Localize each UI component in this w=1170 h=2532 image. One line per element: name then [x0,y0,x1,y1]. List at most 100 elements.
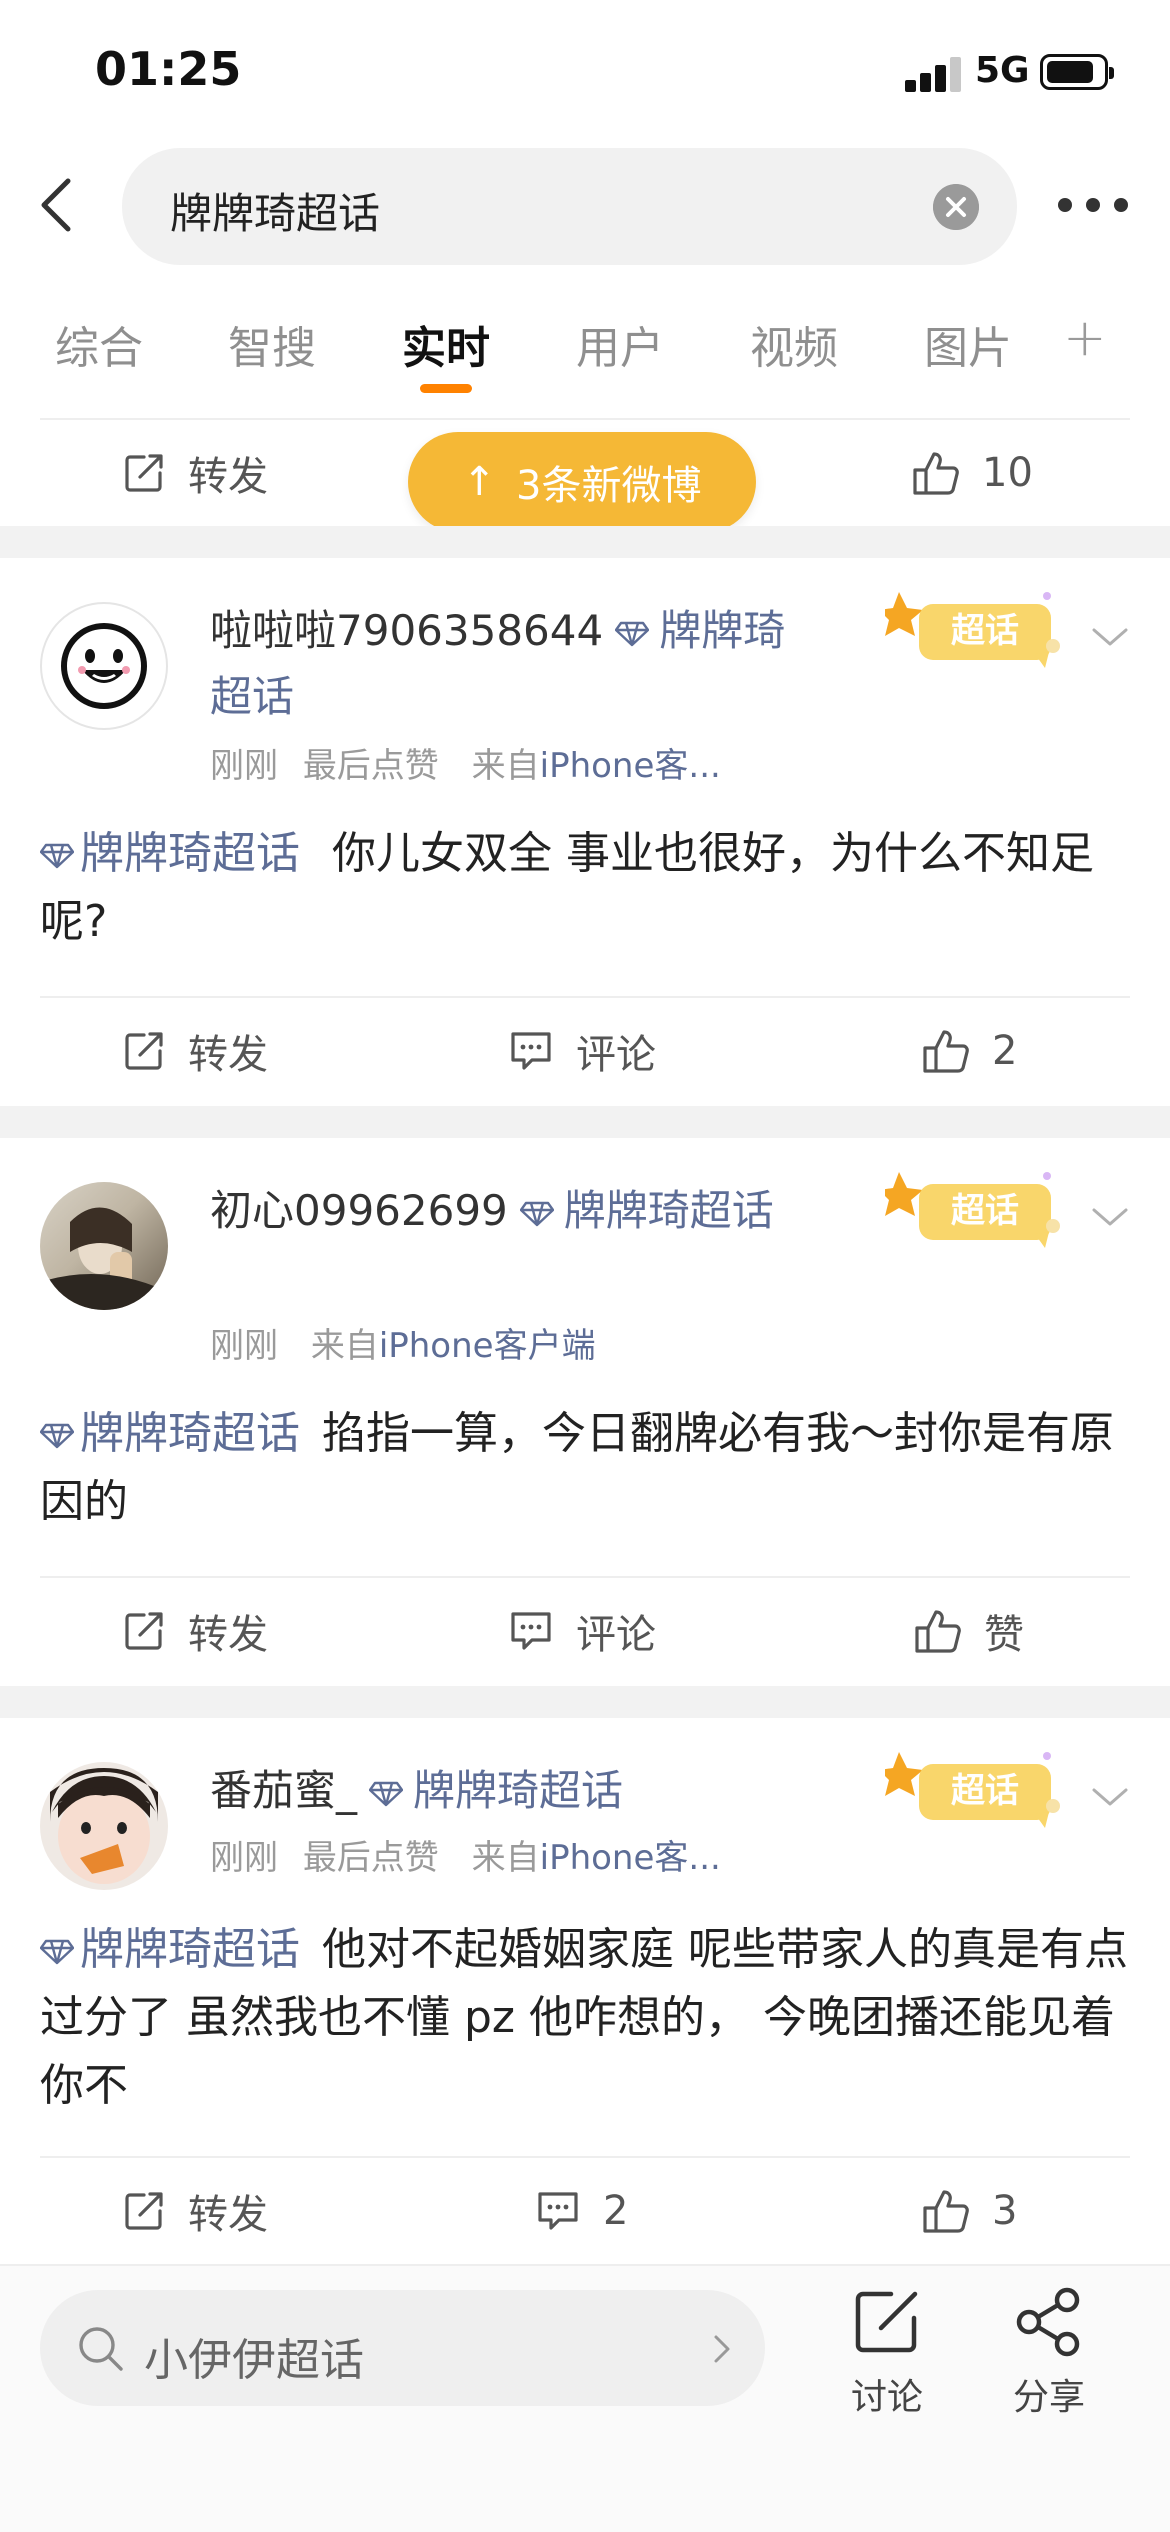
username[interactable]: 啦啦啦7906358644 [210,606,603,655]
comment-icon [511,1032,551,1070]
super-topic-badge-icon: 超话 [885,592,1060,668]
post-time: 刚刚 [210,1326,278,1366]
share-button[interactable]: 分享 [994,2286,1104,2420]
like-count: 10 [982,450,1033,496]
post-author-line: 啦啦啦7906358644 牌牌琦超话 [210,598,810,730]
like-button[interactable]: 赞 [914,1576,1024,1686]
active-tab-indicator [420,384,472,393]
tab-images[interactable]: 图片 [924,312,1012,376]
user-photo-icon [40,1207,168,1310]
chevron-down-icon[interactable] [1090,622,1130,652]
post-meta: 刚刚 最后点赞 来自iPhone客... [210,1830,721,1879]
username[interactable]: 初心09962699 [210,1186,508,1235]
super-topic-badge-icon: 超话 [885,1752,1060,1828]
comment-button[interactable]: 评论 [508,1576,656,1686]
like-count: 2 [992,1028,1018,1074]
repost-button[interactable]: 转发 [122,1576,268,1686]
new-posts-label: 3条新微博 [516,463,702,509]
post-action-bar: 转发 2 3 [0,2156,1170,2266]
tab-comprehensive[interactable]: 综合 [55,312,143,376]
like-count: 3 [992,2188,1018,2234]
post-source-prefix: 来自 [471,1838,540,1878]
diamond-icon [40,843,74,869]
tab-smart-search[interactable]: 智搜 [228,312,316,376]
post-source: iPhone客... [539,1838,721,1878]
section-gap [0,1686,1170,1718]
chevron-down-icon[interactable] [1090,1782,1130,1812]
super-topic-link[interactable]: 牌牌琦超话 [413,1766,623,1815]
super-topic-link[interactable]: 牌牌琦超话 [564,1186,774,1235]
tab-videos[interactable]: 视频 [750,312,838,376]
diamond-icon [369,1781,404,1806]
comment-icon [511,1612,551,1650]
repost-label: 转发 [188,1612,268,1658]
post-time: 刚刚 [210,746,278,786]
post-action-bar: 转发 评论 赞 [0,1576,1170,1686]
post-content: 牌牌琦超话 他对不起婚姻家庭 呢些带家人的真是有点过分了 虽然我也不懂 pz 他… [40,1916,1130,2120]
post-time: 刚刚 [210,1838,278,1878]
post-card[interactable]: 番茄蜜_ 牌牌琦超话 刚刚 最后点赞 来自iPhone客... 超话 牌牌琦超话 … [0,1718,1170,2264]
like-button[interactable]: 2 [922,996,1017,1106]
post-card[interactable]: 啦啦啦7906358644 牌牌琦超话 刚刚 最后点赞 来自iPhone客... … [0,558,1170,1106]
compose-icon [855,2291,918,2353]
post-author-line: 初心09962699 牌牌琦超话 [210,1178,810,1244]
post-card[interactable]: 初心09962699 牌牌琦超话 刚刚 来自iPhone客户端 超话 牌牌琦超话 … [0,1138,1170,1686]
repost-button[interactable]: 转发 [122,996,268,1106]
repost-button[interactable]: 转发 [122,418,268,528]
back-arrow-icon[interactable] [30,175,90,235]
comment-button[interactable]: 2 [535,2156,628,2266]
like-button[interactable]: 3 [922,2156,1017,2266]
clear-search-icon[interactable] [933,184,979,230]
like-button[interactable]: 10 [912,418,1033,528]
post-meta: 刚刚 来自iPhone客户端 [210,1318,596,1367]
comment-label: 评论 [576,1612,656,1658]
content-topic-link[interactable]: 牌牌琦超话 [80,1924,300,1975]
status-time: 01:25 [95,42,242,96]
search-input[interactable]: 牌牌琦超话 [122,148,1017,265]
topic-search-input[interactable]: 小伊伊超话 [40,2290,765,2406]
section-gap [0,526,1170,558]
bottom-bar: 小伊伊超话 讨论 分享 [0,2264,1170,2532]
post-source-prefix: 来自 [310,1326,379,1366]
post-extra: 最后点赞 [302,1838,439,1878]
badge-label: 超话 [951,611,1019,651]
badge-label: 超话 [951,1191,1019,1231]
content-topic-link[interactable]: 牌牌琦超话 [80,1408,300,1459]
username[interactable]: 番茄蜜_ [210,1766,357,1815]
network-type: 5G [975,50,1030,91]
repost-icon [125,1032,163,1070]
tab-users[interactable]: 用户 [576,312,664,376]
like-label: 赞 [984,1612,1024,1658]
diamond-icon [519,1201,554,1226]
more-options-icon[interactable] [1058,198,1128,214]
repost-icon [125,1612,163,1650]
post-source-prefix: 来自 [471,746,540,786]
battery-icon [1040,54,1114,90]
search-tabs: 综合 智搜 实时 用户 视频 图片 + [0,300,1170,420]
search-query: 牌牌琦超话 [170,189,381,238]
add-tab-icon[interactable]: + [1063,308,1107,368]
avatar[interactable] [40,1762,168,1890]
avatar[interactable] [40,602,168,730]
comment-button[interactable]: 评论 [508,996,656,1106]
discuss-button[interactable]: 讨论 [832,2286,942,2420]
repost-button[interactable]: 转发 [122,2156,268,2266]
share-icon [1016,2287,1080,2357]
repost-icon [125,454,163,492]
discuss-label: 讨论 [850,2377,923,2418]
chevron-right-icon [714,2335,730,2363]
post-content: 牌牌琦超话 你儿女双全 事业也很好，为什么不知足呢? [40,820,1130,956]
post-source: iPhone客户端 [378,1326,596,1366]
chevron-down-icon[interactable] [1090,1202,1130,1232]
avatar[interactable] [40,1182,168,1310]
diamond-icon [615,621,650,646]
new-posts-button[interactable]: ↑ 3条新微博 [408,432,756,532]
comment-count: 2 [603,2188,629,2234]
thumbs-up-icon [913,452,959,495]
tab-realtime[interactable]: 实时 [402,312,490,376]
thumbs-up-icon [923,2190,969,2233]
content-topic-link[interactable]: 牌牌琦超话 [80,828,300,879]
comment-icon [538,2192,578,2230]
badge-label: 超话 [951,1771,1019,1811]
post-author-line: 番茄蜜_ 牌牌琦超话 [210,1758,810,1824]
